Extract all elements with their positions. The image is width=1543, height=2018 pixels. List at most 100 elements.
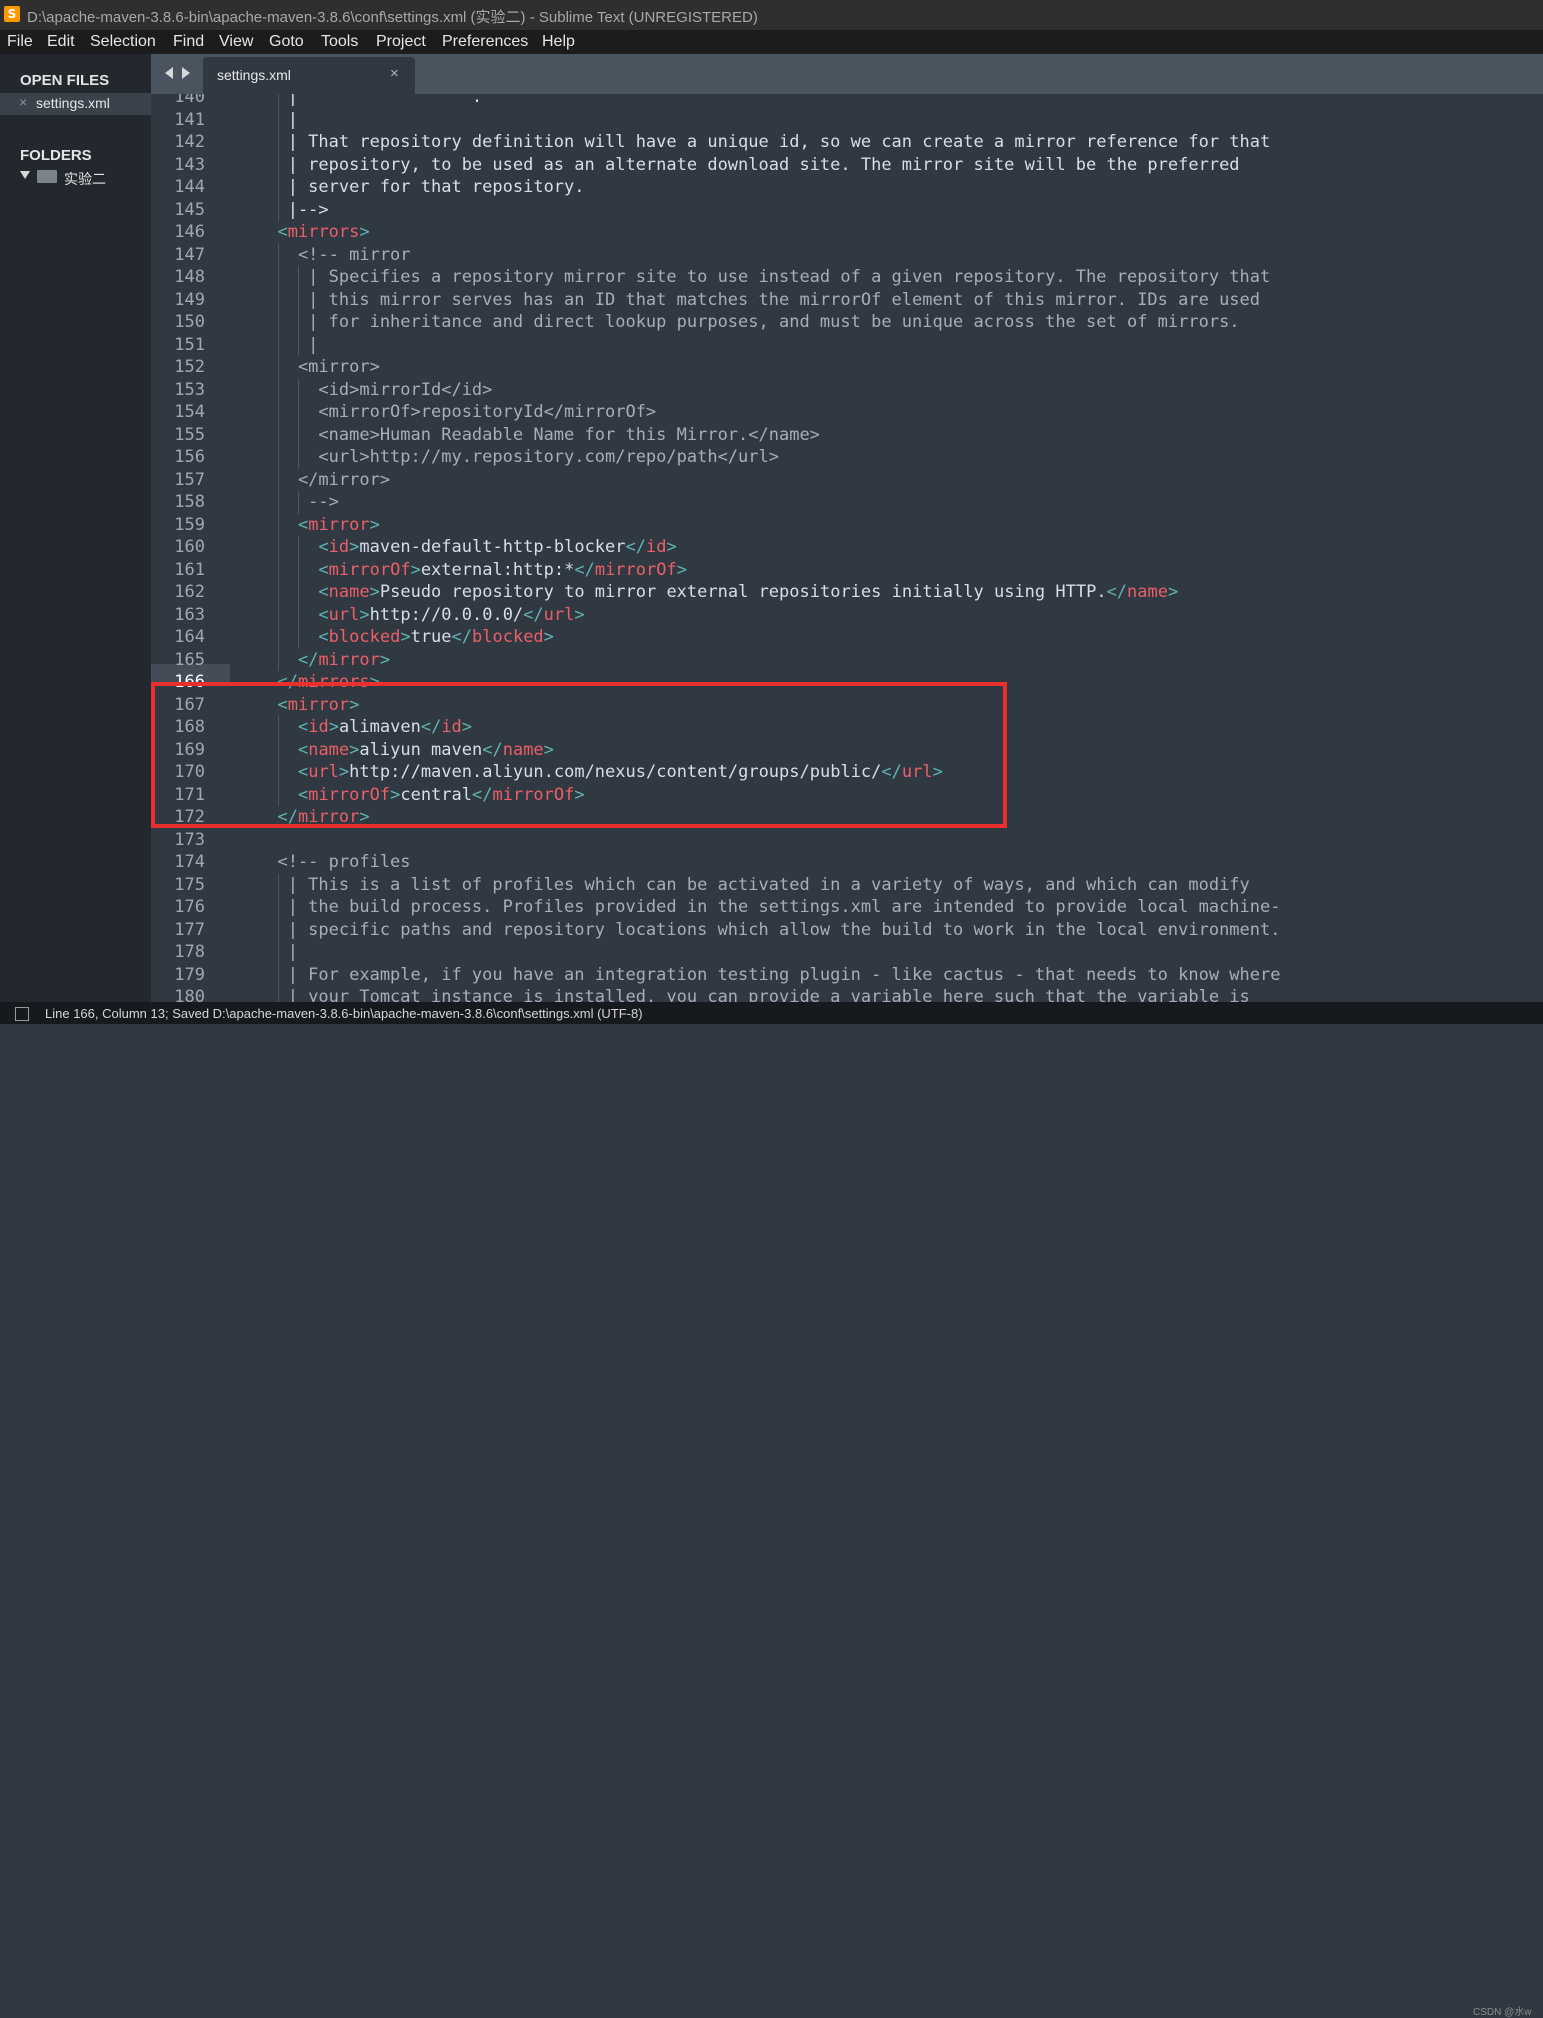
indent-guide	[277, 378, 279, 401]
code-line: <url>http://0.0.0.0/</url>	[318, 604, 585, 625]
indent-guide	[277, 513, 279, 536]
indent-guide	[277, 648, 279, 671]
indent-guide	[277, 423, 279, 446]
menu-goto[interactable]: Goto	[269, 33, 304, 51]
code-line: <name>Human Readable Name for this Mirro…	[257, 424, 820, 445]
sublime-text-icon: S	[4, 6, 20, 22]
indent-guide	[298, 378, 299, 401]
line-number: 147	[174, 244, 205, 265]
indent-guide	[277, 626, 279, 649]
indent-guide	[298, 536, 299, 559]
code-line: <mirrorOf>repositoryId</mirrorOf>	[257, 402, 657, 422]
code-line: |-->	[257, 199, 329, 220]
code-line: <mirrorOf>external:http:*</mirrorOf>	[318, 559, 687, 580]
code-line: <id>maven-default-http-blocker</id>	[318, 537, 677, 557]
code-line: | .	[257, 94, 483, 107]
tab-nav-right-icon[interactable]	[182, 67, 190, 79]
folder-icon	[37, 170, 57, 183]
code-line: <url>http://my.repository.com/repo/path<…	[257, 447, 779, 467]
code-line: | for inheritance and direct lookup purp…	[257, 312, 1240, 332]
red-annotation-box	[151, 682, 1007, 828]
indent-guide	[298, 401, 299, 424]
tab-settings-xml[interactable]: settings.xml ×	[203, 57, 415, 94]
indent-guide	[277, 356, 279, 379]
indent-guide	[298, 266, 299, 289]
tab-nav-left-icon[interactable]	[165, 67, 173, 79]
line-number: 163	[174, 604, 205, 625]
menu-project[interactable]: Project	[376, 33, 426, 51]
status-text: Line 166, Column 13; Saved D:\apache-mav…	[45, 1006, 643, 1021]
tab-close-icon[interactable]: ×	[390, 65, 399, 82]
line-number: 162	[174, 582, 205, 602]
indent-guide	[277, 986, 279, 1002]
open-file-name: settings.xml	[36, 95, 110, 111]
indent-guide	[277, 311, 279, 334]
line-number: 150	[174, 312, 205, 332]
code-line: <id>mirrorId</id>	[257, 379, 493, 400]
code-line: |	[257, 334, 319, 355]
line-number: 143	[174, 154, 205, 175]
code-line: | Specifies a repository mirror site to …	[257, 267, 1271, 287]
menu-tools[interactable]: Tools	[321, 33, 358, 51]
indent-guide	[298, 603, 299, 626]
folders-heading: FOLDERS	[20, 147, 92, 164]
line-number: 151	[174, 334, 205, 355]
line-number: 141	[174, 109, 205, 130]
code-editor[interactable]: 140 | . 141 | 142 | That repository defini…	[151, 94, 1543, 1002]
open-file-item[interactable]: × settings.xml	[0, 93, 151, 115]
menu-find[interactable]: Find	[173, 33, 204, 51]
tab-bar: settings.xml ×	[151, 54, 1543, 94]
code-line: | the build process. Profiles provided i…	[257, 897, 1281, 917]
menu-file[interactable]: File	[7, 33, 33, 51]
indent-guide	[277, 873, 279, 896]
title-bar: S D:\apache-maven-3.8.6-bin\apache-maven…	[0, 0, 1543, 30]
line-number: 177	[174, 919, 205, 940]
indent-guide	[298, 423, 299, 446]
menu-help[interactable]: Help	[542, 33, 575, 51]
code-line: <!-- profiles	[257, 852, 411, 872]
indent-guide	[277, 941, 279, 964]
indent-guide	[277, 94, 279, 109]
indent-guide	[277, 176, 279, 199]
menu-view[interactable]: View	[219, 33, 253, 51]
line-number: 144	[174, 177, 205, 197]
indent-guide	[277, 468, 279, 491]
indent-guide	[277, 963, 279, 986]
code-line: <mirror>	[257, 357, 380, 377]
indent-guide	[277, 401, 279, 424]
indent-guide	[277, 446, 279, 469]
panel-toggle-icon[interactable]	[15, 1007, 29, 1021]
indent-guide	[277, 131, 279, 154]
indent-guide	[277, 603, 279, 626]
line-number: 165	[174, 649, 205, 670]
code-line: | That repository definition will have a…	[257, 132, 1271, 152]
indent-guide	[298, 626, 299, 649]
menu-edit[interactable]: Edit	[47, 33, 75, 51]
line-number: 157	[174, 469, 205, 490]
code-line: | This is a list of profiles which can b…	[257, 874, 1250, 895]
status-bar: Line 166, Column 13; Saved D:\apache-mav…	[0, 1002, 1543, 2018]
expand-arrow-icon[interactable]	[20, 171, 30, 179]
line-number: 179	[174, 964, 205, 985]
line-number: 180	[174, 987, 205, 1002]
code-line: | server for that repository.	[257, 177, 585, 197]
indent-guide	[298, 333, 299, 356]
code-line: | specific paths and repository location…	[257, 919, 1281, 940]
indent-guide	[277, 896, 279, 919]
indent-guide	[277, 558, 279, 581]
indent-guide	[298, 311, 299, 334]
code-line: <mirror>	[297, 514, 380, 535]
folder-item[interactable]: 实验二	[64, 169, 106, 189]
close-file-icon[interactable]: ×	[19, 94, 27, 110]
indent-guide	[277, 198, 279, 221]
code-line: <!-- mirror	[257, 244, 411, 265]
line-number: 175	[174, 874, 205, 895]
indent-guide	[298, 581, 299, 604]
menu-preferences[interactable]: Preferences	[442, 33, 528, 51]
indent-guide	[277, 153, 279, 176]
indent-guide	[298, 491, 299, 514]
open-files-heading: OPEN FILES	[20, 72, 110, 89]
code-line: <mirrors>	[277, 222, 370, 242]
menu-selection[interactable]: Selection	[90, 33, 156, 51]
line-number: 174	[174, 852, 205, 872]
